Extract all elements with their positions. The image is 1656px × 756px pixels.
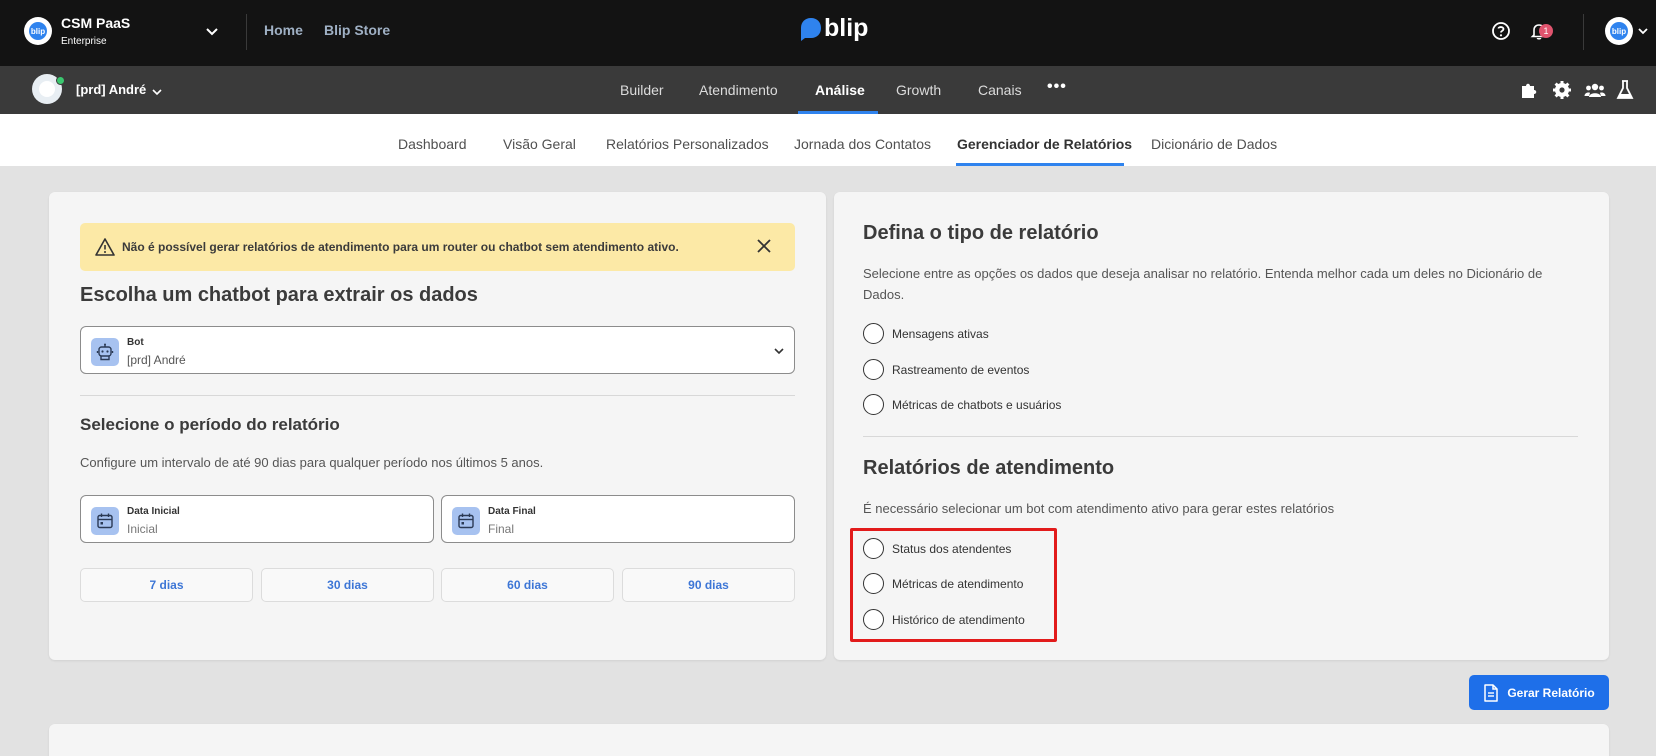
tab-analise[interactable]: Análise <box>815 82 865 98</box>
end-date-label: Data Final <box>488 506 536 517</box>
range-7-days-button[interactable]: 7 dias <box>80 568 253 602</box>
online-status-dot <box>56 76 65 85</box>
tab-gerenciador-de-relatorios[interactable]: Gerenciador de Relatórios <box>957 136 1132 152</box>
tab-dicionario-de-dados[interactable]: Dicionário de Dados <box>1151 136 1277 152</box>
tab-dashboard[interactable]: Dashboard <box>398 136 467 152</box>
radio-button[interactable] <box>863 323 884 344</box>
option-label: Mensagens ativas <box>892 326 989 341</box>
end-date-placeholder: Final <box>488 522 515 536</box>
top-bar: blip CSM PaaS Enterprise Home Blip Store… <box>0 0 1656 66</box>
radio-button[interactable] <box>863 394 884 415</box>
generate-report-button[interactable]: Gerar Relatório <box>1469 675 1609 710</box>
option-label: Rastreamento de eventos <box>892 362 1030 377</box>
highlight-box <box>850 528 1057 642</box>
brand-logo[interactable]: blip <box>800 16 868 41</box>
gear-icon[interactable] <box>1551 79 1573 101</box>
bot-field-icon <box>91 338 119 366</box>
divider <box>863 436 1578 437</box>
start-date-placeholder: Inicial <box>127 522 158 536</box>
period-section-title: Selecione o período do relatório <box>80 415 340 434</box>
blip-bubble-icon <box>801 17 821 41</box>
notification-badge: 1 <box>1539 24 1553 38</box>
start-date-field[interactable]: Data Inicial Inicial <box>80 495 434 543</box>
tab-atendimento[interactable]: Atendimento <box>699 82 778 98</box>
report-type-title: Defina o tipo de relatório <box>863 222 1099 244</box>
attendance-reports-description: É necessário selecionar um bot com atend… <box>863 501 1335 516</box>
more-modules-button[interactable]: ••• <box>1047 78 1067 96</box>
period-description: Configure um intervalo de até 90 dias pa… <box>80 455 544 470</box>
bot-field-label: Bot <box>127 337 144 348</box>
home-link[interactable]: Home <box>264 22 303 38</box>
analysis-tabs: Dashboard Visão Geral Relatórios Persona… <box>0 114 1656 166</box>
chatbot-section-title: Escolha um chatbot para extrair os dados <box>80 284 478 306</box>
calendar-icon <box>91 507 119 535</box>
user-avatar[interactable]: blip <box>1605 17 1633 45</box>
tab-jornada-dos-contatos[interactable]: Jornada dos Contatos <box>794 136 931 152</box>
divider <box>246 14 247 50</box>
bot-select[interactable]: Bot [prd] André <box>80 326 795 374</box>
divider <box>80 395 795 396</box>
bottom-card <box>49 724 1609 756</box>
warning-icon <box>95 238 115 256</box>
divider <box>1583 14 1584 50</box>
option-metricas-chatbots-usuarios[interactable]: Métricas de chatbots e usuários <box>863 394 1061 415</box>
attendance-reports-title: Relatórios de atendimento <box>863 457 1115 479</box>
option-mensagens-ativas[interactable]: Mensagens ativas <box>863 323 989 344</box>
tab-canais[interactable]: Canais <box>978 82 1022 98</box>
close-icon[interactable] <box>755 237 773 255</box>
help-icon[interactable] <box>1489 19 1513 43</box>
start-date-label: Data Inicial <box>127 506 180 517</box>
bot-field-value: [prd] André <box>127 353 186 367</box>
org-logo[interactable]: blip <box>24 17 52 45</box>
brand-text: blip <box>824 14 869 42</box>
chevron-down-icon[interactable] <box>151 86 163 98</box>
warning-alert: Não é possível gerar relatórios de atend… <box>80 223 795 271</box>
generate-report-label: Gerar Relatório <box>1507 685 1595 700</box>
chevron-down-icon[interactable] <box>1636 24 1650 38</box>
report-type-description: Selecione entre as opções os dados que d… <box>863 266 1543 302</box>
org-name[interactable]: CSM PaaS <box>61 15 130 31</box>
chevron-down-icon[interactable] <box>772 344 786 358</box>
radio-button[interactable] <box>863 359 884 380</box>
calendar-icon <box>452 507 480 535</box>
flask-icon[interactable] <box>1614 79 1636 101</box>
tab-growth[interactable]: Growth <box>896 82 941 98</box>
option-rastreamento-de-eventos[interactable]: Rastreamento de eventos <box>863 359 1029 380</box>
tab-relatorios-personalizados[interactable]: Relatórios Personalizados <box>606 136 769 152</box>
chevron-down-icon[interactable] <box>203 22 221 40</box>
org-logo-mark: blip <box>29 22 47 40</box>
document-icon <box>1484 683 1499 702</box>
org-plan: Enterprise <box>61 36 107 47</box>
range-60-days-button[interactable]: 60 dias <box>441 568 614 602</box>
active-tab-indicator <box>956 163 1124 166</box>
bot-selector[interactable]: [prd] André <box>76 82 146 97</box>
team-icon[interactable] <box>1584 79 1606 101</box>
blip-store-link[interactable]: Blip Store <box>324 22 390 38</box>
warning-text: Não é possível gerar relatórios de atend… <box>122 240 679 254</box>
range-90-days-button[interactable]: 90 dias <box>622 568 795 602</box>
range-30-days-button[interactable]: 30 dias <box>261 568 434 602</box>
puzzle-icon[interactable] <box>1518 79 1540 101</box>
tab-visao-geral[interactable]: Visão Geral <box>503 136 576 152</box>
module-bar: [prd] André Builder Atendimento Análise … <box>0 66 1656 114</box>
option-label: Métricas de chatbots e usuários <box>892 397 1062 412</box>
end-date-field[interactable]: Data Final Final <box>441 495 795 543</box>
tab-builder[interactable]: Builder <box>620 82 664 98</box>
user-avatar-mark: blip <box>1610 22 1628 40</box>
